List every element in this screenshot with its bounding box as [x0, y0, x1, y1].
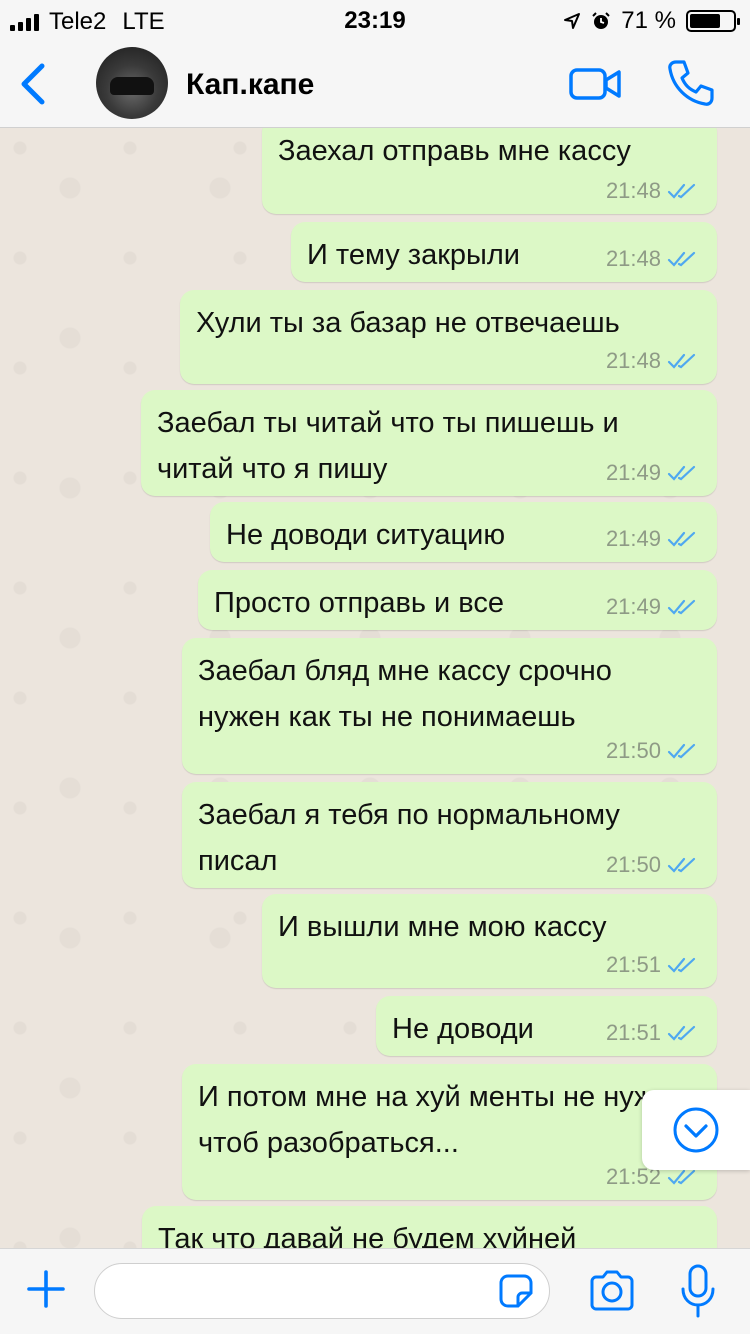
- microphone-icon[interactable]: [680, 1263, 716, 1319]
- chat-header: Кап.капе: [0, 40, 750, 128]
- double-check-read-icon: [667, 599, 696, 615]
- double-check-read-icon: [667, 531, 696, 547]
- battery-percent: 71 %: [621, 7, 676, 34]
- message-text: И потом мне на хуй менты не нужны чтоб р…: [198, 1081, 691, 1159]
- message-time: 21:51: [605, 1020, 661, 1045]
- message-text: Хули ты за базар не отвечаешь: [196, 307, 620, 339]
- message-bubble[interactable]: Не доводи ситуацию 21:49: [210, 502, 717, 562]
- message-text: Так что давай не будем хуйней: [158, 1223, 577, 1248]
- double-check-read-icon: [667, 1025, 696, 1041]
- message-bubble[interactable]: И тему закрыли 21:48: [291, 222, 717, 282]
- scroll-to-bottom-button[interactable]: [642, 1090, 750, 1170]
- message-time: 21:48: [605, 348, 661, 373]
- plus-icon[interactable]: [26, 1269, 66, 1309]
- double-check-read-icon: [667, 957, 696, 973]
- camera-icon[interactable]: [588, 1269, 636, 1313]
- compose-bar: [0, 1248, 750, 1334]
- double-check-read-icon: [667, 183, 696, 199]
- alarm-clock-icon: [592, 12, 611, 29]
- message-bubble[interactable]: И вышли мне мою кассу 21:51: [262, 894, 717, 988]
- battery-icon: [686, 10, 740, 32]
- double-check-read-icon: [667, 857, 696, 873]
- message-bubble[interactable]: Просто отправь и все 21:49: [198, 570, 717, 630]
- message-text: Заехал отправь мне кассу: [278, 135, 631, 167]
- message-text: Заебал бляд мне кассу срочно нужен как т…: [198, 655, 612, 733]
- message-time: 21:49: [605, 594, 661, 619]
- double-check-read-icon: [667, 743, 696, 759]
- message-text: И вышли мне мою кассу: [278, 911, 607, 943]
- chevron-down-circle-icon: [673, 1107, 719, 1153]
- double-check-read-icon: [667, 251, 696, 267]
- message-time: 21:50: [605, 852, 661, 877]
- message-time: 21:49: [605, 460, 661, 485]
- message-bubble[interactable]: Хули ты за базар не отвечаешь 21:48: [180, 290, 717, 384]
- double-check-read-icon: [667, 465, 696, 481]
- chevron-left-icon[interactable]: [14, 60, 54, 108]
- phone-icon[interactable]: [666, 58, 716, 108]
- message-time: 21:51: [605, 952, 661, 977]
- message-bubble[interactable]: Не доводи 21:51: [376, 996, 717, 1056]
- message-bubble[interactable]: Заехал отправь мне кассу 21:48: [262, 128, 717, 214]
- message-time: 21:49: [605, 526, 661, 551]
- status-bar: Tele2 LTE 23:19 71 %: [0, 0, 750, 40]
- message-list[interactable]: Заехал отправь мне кассу 21:48 И тему за…: [0, 128, 750, 1248]
- double-check-read-icon: [667, 1169, 696, 1185]
- avatar[interactable]: [96, 47, 168, 119]
- message-bubble[interactable]: И потом мне на хуй менты не нужны чтоб р…: [182, 1064, 717, 1200]
- contact-name[interactable]: Кап.капе: [186, 68, 314, 102]
- message-time: 21:48: [605, 178, 661, 203]
- message-time: 21:48: [605, 246, 661, 271]
- message-bubble[interactable]: Так что давай не будем хуйней: [142, 1206, 717, 1248]
- message-bubble[interactable]: Заебал ты читай что ты пишешь и читай чт…: [141, 390, 717, 496]
- location-arrow-icon: [564, 13, 581, 29]
- message-time: 21:50: [605, 738, 661, 763]
- sticker-icon[interactable]: [498, 1273, 534, 1309]
- message-bubble[interactable]: Заебал я тебя по нормальному писал 21:50: [182, 782, 717, 888]
- double-check-read-icon: [667, 353, 696, 369]
- message-bubble[interactable]: Заебал бляд мне кассу срочно нужен как т…: [182, 638, 717, 774]
- video-camera-icon[interactable]: [568, 64, 622, 104]
- message-input[interactable]: [94, 1263, 550, 1319]
